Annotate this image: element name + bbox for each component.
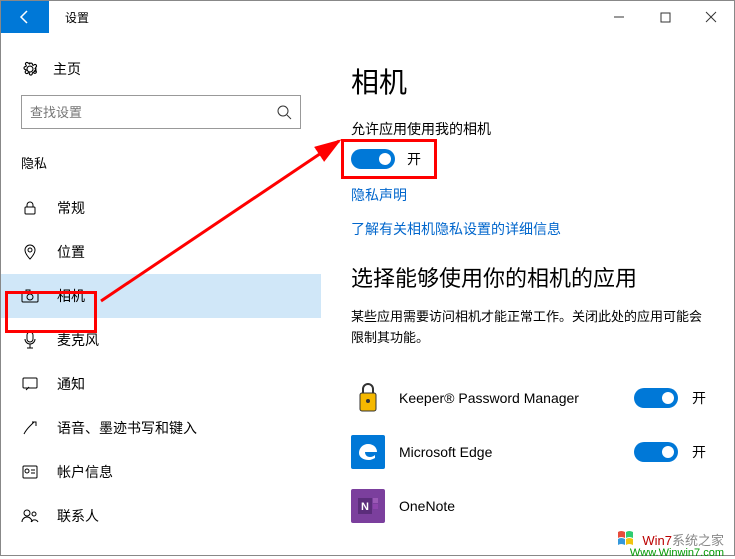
back-button[interactable] <box>1 1 49 33</box>
onenote-icon: N <box>351 489 385 523</box>
content-area: 相机 允许应用使用我的相机 开 隐私声明 了解有关相机隐私设置的详细信息 选择能… <box>321 33 734 555</box>
home-label: 主页 <box>53 59 81 79</box>
arrow-left-icon <box>17 9 33 25</box>
choose-heading: 选择能够使用你的相机的应用 <box>351 261 712 293</box>
search-box[interactable] <box>21 95 301 129</box>
sidebar-item-general[interactable]: 常规 <box>1 186 321 230</box>
app-row: N OneNote <box>351 479 712 533</box>
app-name: OneNote <box>399 498 712 514</box>
close-icon <box>705 11 717 23</box>
microphone-icon <box>21 331 39 349</box>
notification-icon <box>21 375 39 393</box>
sidebar-item-notifications[interactable]: 通知 <box>1 362 321 406</box>
section-label: 隐私 <box>1 149 321 186</box>
windows-logo-icon <box>616 529 638 549</box>
app-name: Microsoft Edge <box>399 444 620 460</box>
nav-label: 帐户信息 <box>57 462 113 482</box>
maximize-button[interactable] <box>642 1 688 33</box>
gear-icon <box>21 60 39 78</box>
camera-icon <box>21 287 39 305</box>
close-button[interactable] <box>688 1 734 33</box>
edge-icon <box>351 435 385 469</box>
sidebar-item-account[interactable]: 帐户信息 <box>1 450 321 494</box>
watermark: Win7系统之家 Www.Winwin7.com <box>616 529 724 549</box>
nav-label: 相机 <box>57 286 85 306</box>
window-controls <box>596 1 734 33</box>
nav-label: 联系人 <box>57 506 99 526</box>
search-icon <box>276 104 292 120</box>
account-icon <box>21 463 39 481</box>
lock-icon <box>21 199 39 217</box>
search-input[interactable] <box>30 105 276 120</box>
sidebar-item-location[interactable]: 位置 <box>1 230 321 274</box>
sidebar-item-contacts[interactable]: 联系人 <box>1 494 321 538</box>
app-row: Keeper® Password Manager 开 <box>351 371 712 425</box>
app-state: 开 <box>692 388 712 408</box>
privacy-link[interactable]: 隐私声明 <box>351 185 712 205</box>
speech-icon <box>21 419 39 437</box>
nav-label: 通知 <box>57 374 85 394</box>
app-name: Keeper® Password Manager <box>399 390 620 406</box>
maximize-icon <box>660 12 671 23</box>
window-title: 设置 <box>65 9 596 26</box>
home-row[interactable]: 主页 <box>1 51 321 95</box>
allow-label: 允许应用使用我的相机 <box>351 119 712 139</box>
nav-label: 常规 <box>57 198 85 218</box>
sidebar-item-speech[interactable]: 语音、墨迹书写和键入 <box>1 406 321 450</box>
page-title: 相机 <box>351 61 712 101</box>
nav-label: 语音、墨迹书写和键入 <box>57 418 197 438</box>
sidebar-item-microphone[interactable]: 麦克风 <box>1 318 321 362</box>
sidebar-item-camera[interactable]: 相机 <box>1 274 321 318</box>
location-icon <box>21 243 39 261</box>
app-state: 开 <box>692 442 712 462</box>
sidebar: 主页 隐私 常规 位置 相机 麦克风 通知 语音、墨迹书写和键入 <box>1 33 321 555</box>
allow-toggle[interactable] <box>351 149 395 169</box>
toggle-state: 开 <box>407 149 421 169</box>
learn-more-link[interactable]: 了解有关相机隐私设置的详细信息 <box>351 219 712 239</box>
app-toggle[interactable] <box>634 388 678 408</box>
titlebar: 设置 <box>1 1 734 33</box>
keeper-icon <box>351 381 385 415</box>
choose-description: 某些应用需要访问相机才能正常工作。关闭此处的应用可能会限制其功能。 <box>351 307 712 349</box>
nav-label: 位置 <box>57 242 85 262</box>
svg-text:N: N <box>361 501 369 513</box>
minimize-button[interactable] <box>596 1 642 33</box>
app-toggle[interactable] <box>634 442 678 462</box>
contacts-icon <box>21 507 39 525</box>
minimize-icon <box>613 11 625 23</box>
nav-label: 麦克风 <box>57 330 99 350</box>
app-row: Microsoft Edge 开 <box>351 425 712 479</box>
